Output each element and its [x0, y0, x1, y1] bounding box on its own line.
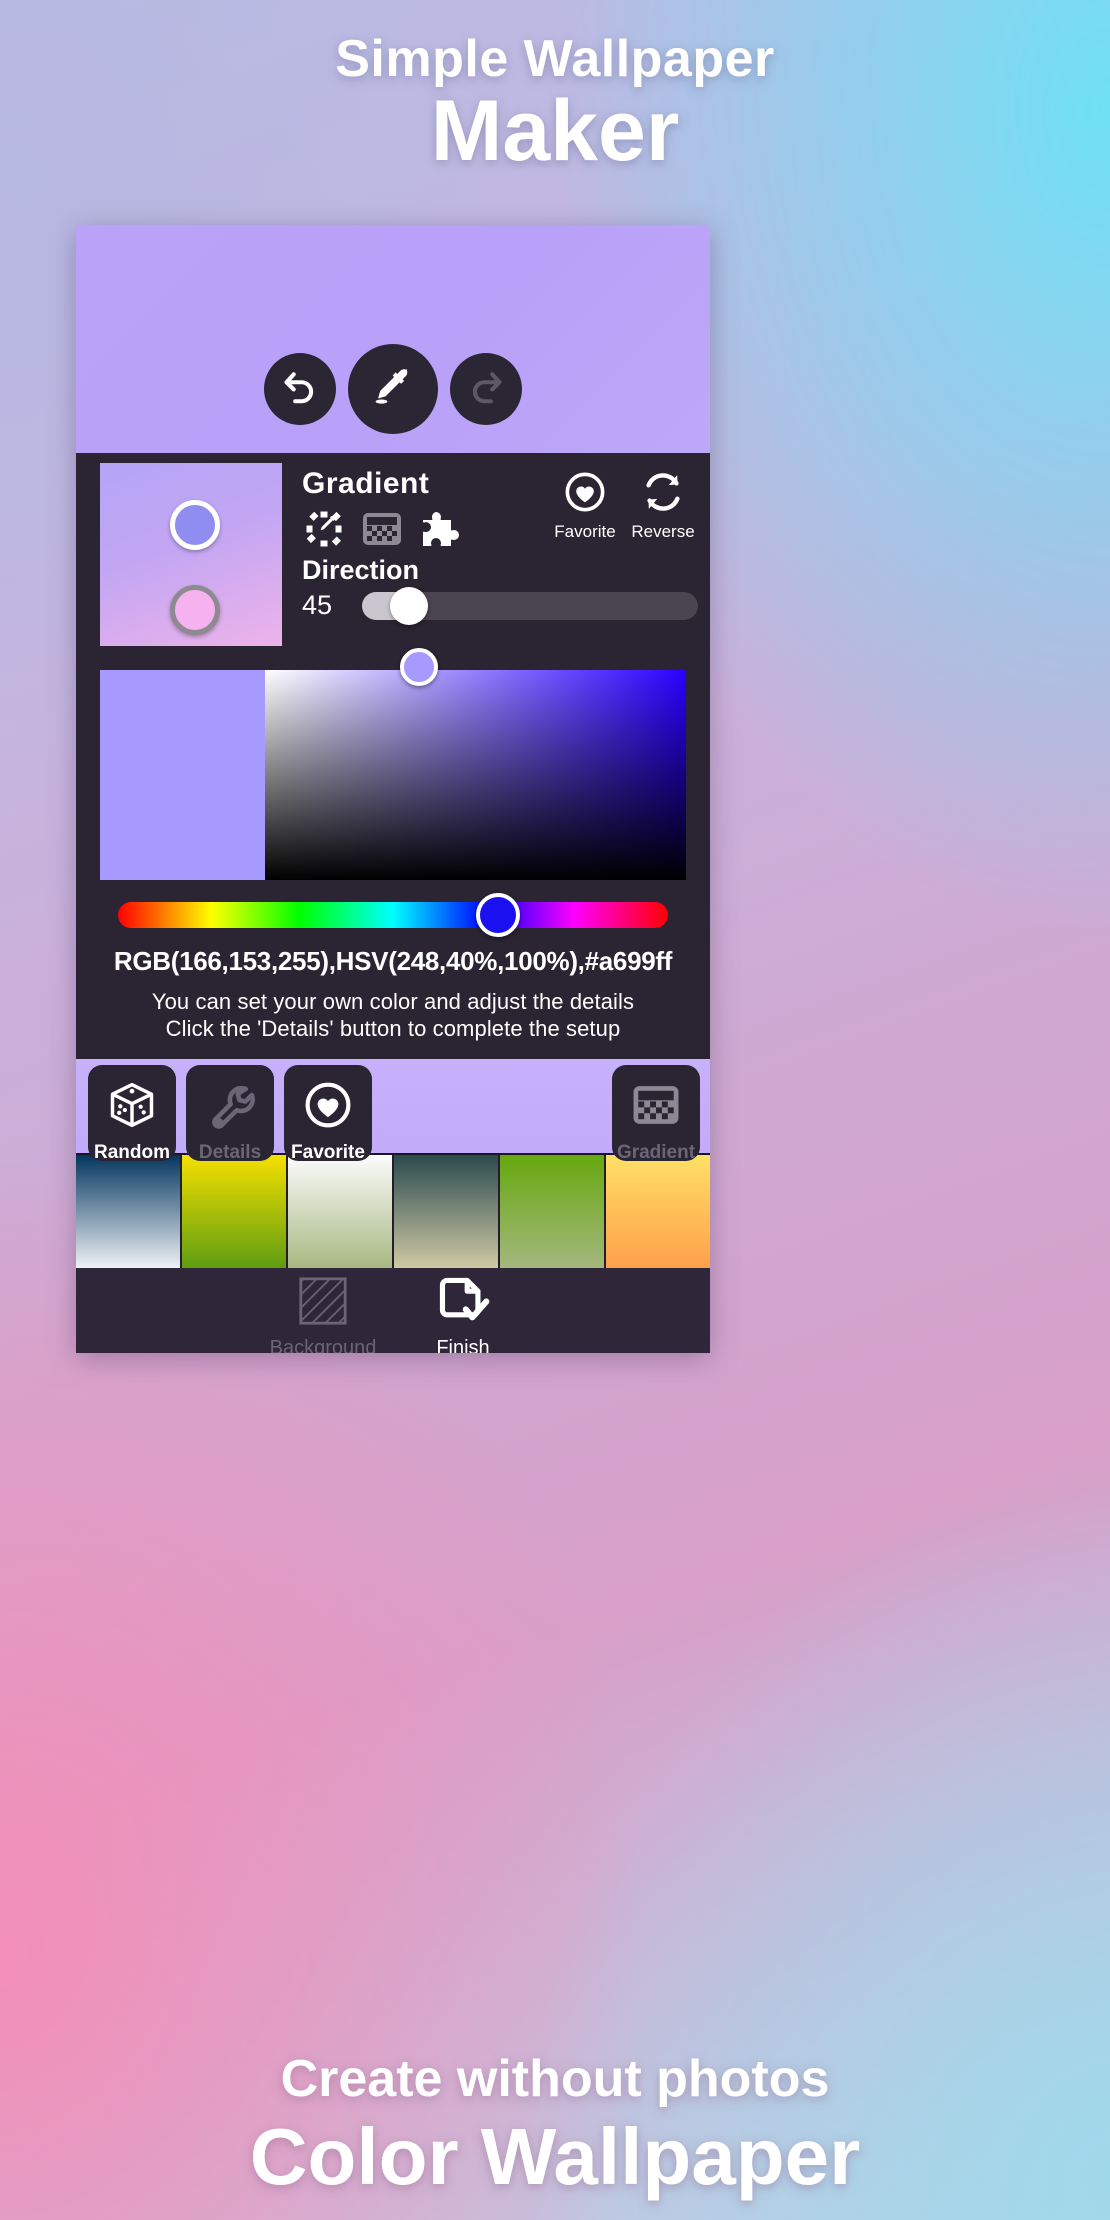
- favorite-button-label: Favorite: [291, 1141, 365, 1163]
- gradient-title: Gradient: [302, 467, 430, 500]
- eyedropper-button[interactable]: [348, 344, 438, 434]
- heart-circle-icon: [302, 1079, 354, 1137]
- favorite-gradient-button[interactable]: Favorite: [554, 467, 616, 542]
- undo-button[interactable]: [264, 353, 336, 425]
- hue-slider-track: [118, 902, 668, 928]
- direction-slider-knob[interactable]: [390, 586, 429, 625]
- preset-palette-strip: [76, 1152, 710, 1268]
- details-button-label: Details: [198, 1141, 262, 1163]
- direction-slider[interactable]: [362, 586, 698, 625]
- app-screenshot-frame: Gradient Favorite Reverse Direction 45 R…: [76, 225, 710, 1353]
- setup-hint: You can set your own color and adjust th…: [76, 989, 710, 1059]
- gradient-stop-1-handle[interactable]: [170, 500, 220, 550]
- gradient-button-label: Gradient: [616, 1141, 696, 1163]
- gradient-settings-row: Gradient Favorite Reverse Direction 45: [76, 453, 710, 646]
- heart-circle-icon: [562, 469, 608, 520]
- palette-swatch[interactable]: [500, 1154, 606, 1268]
- gradient-controls: Gradient Favorite Reverse Direction 45: [302, 463, 698, 646]
- direction-label: Direction: [302, 555, 420, 585]
- gradient-preview-swatch[interactable]: [100, 463, 282, 646]
- direction-control: Direction 45: [302, 555, 698, 625]
- direction-slider-row: 45: [302, 586, 698, 625]
- checkerboard-icon[interactable]: [360, 507, 404, 551]
- sv-picker-knob[interactable]: [399, 648, 438, 686]
- hue-slider[interactable]: [118, 893, 668, 937]
- action-toolbar: Random Details Favorite Gradient: [76, 1058, 710, 1163]
- palette-swatch[interactable]: [394, 1154, 500, 1268]
- gradient-header-actions: Favorite Reverse: [554, 467, 695, 542]
- dice-icon: [106, 1079, 158, 1137]
- undo-icon: [281, 368, 319, 411]
- color-value-readout: RGB(166,153,255),HSV(248,40%,100%),#a699…: [113, 946, 673, 976]
- palette-swatch[interactable]: [182, 1154, 288, 1268]
- details-button[interactable]: Details: [186, 1064, 274, 1163]
- gradient-button[interactable]: Gradient: [612, 1064, 700, 1163]
- setup-hint-line-1: You can set your own color and adjust th…: [151, 989, 635, 1014]
- random-button[interactable]: Random: [88, 1064, 176, 1163]
- finish-button[interactable]: Finish: [404, 1271, 522, 1353]
- reverse-gradient-button[interactable]: Reverse: [631, 467, 695, 542]
- reverse-arrows-icon: [640, 469, 686, 520]
- gradient-mode-icons: [302, 507, 462, 551]
- reverse-gradient-label: Reverse: [631, 522, 695, 541]
- redo-icon: [467, 368, 505, 411]
- hatched-square-icon: [295, 1273, 351, 1335]
- wallpaper-preview-canvas[interactable]: [76, 225, 710, 453]
- promo-heading-line-2: Maker: [430, 83, 680, 180]
- redo-button[interactable]: [450, 353, 522, 425]
- background-button-label: Background: [269, 1337, 377, 1353]
- gradient-header-left: Gradient: [302, 467, 462, 551]
- hue-slider-knob[interactable]: [475, 893, 520, 937]
- palette-swatch[interactable]: [76, 1154, 182, 1268]
- gradient-stop-2-handle[interactable]: [170, 585, 220, 635]
- favorite-gradient-label: Favorite: [554, 522, 616, 541]
- palette-swatch[interactable]: [606, 1154, 710, 1268]
- direction-value: 45: [302, 590, 333, 620]
- puzzle-piece-icon[interactable]: [418, 507, 462, 551]
- bottom-toolbar: Background Finish: [76, 1267, 710, 1353]
- promo-heading-line-1: Simple Wallpaper: [335, 30, 775, 88]
- wrench-icon: [204, 1079, 256, 1137]
- saturation-value-picker[interactable]: [100, 648, 686, 880]
- finish-button-label: Finish: [436, 1337, 490, 1353]
- sv-gradient-field[interactable]: [265, 648, 686, 880]
- favorite-button[interactable]: Favorite: [284, 1064, 372, 1163]
- color-editor-panel: Gradient Favorite Reverse Direction 45 R…: [76, 453, 710, 1059]
- color-wheel-picker-icon[interactable]: [302, 507, 346, 551]
- promo-footer-line-1: Create without photos: [280, 2050, 830, 2109]
- palette-swatch[interactable]: [288, 1154, 394, 1268]
- preview-tool-row: [76, 344, 710, 434]
- document-check-icon: [435, 1273, 491, 1335]
- promo-footer: Create without photos Color Wallpaper: [0, 2047, 1110, 2202]
- promo-footer-line-2: Color Wallpaper: [249, 2112, 861, 2202]
- promo-header: Simple Wallpaper Maker: [0, 0, 1110, 177]
- background-button[interactable]: Background: [264, 1271, 382, 1353]
- eyedropper-icon: [370, 364, 416, 415]
- current-color-preview: [100, 670, 265, 880]
- checkerboard-icon: [630, 1079, 682, 1137]
- setup-hint-line-2: Click the 'Details' button to complete t…: [165, 1015, 621, 1041]
- random-button-label: Random: [94, 1141, 170, 1163]
- gradient-header: Gradient Favorite Reverse: [302, 467, 698, 551]
